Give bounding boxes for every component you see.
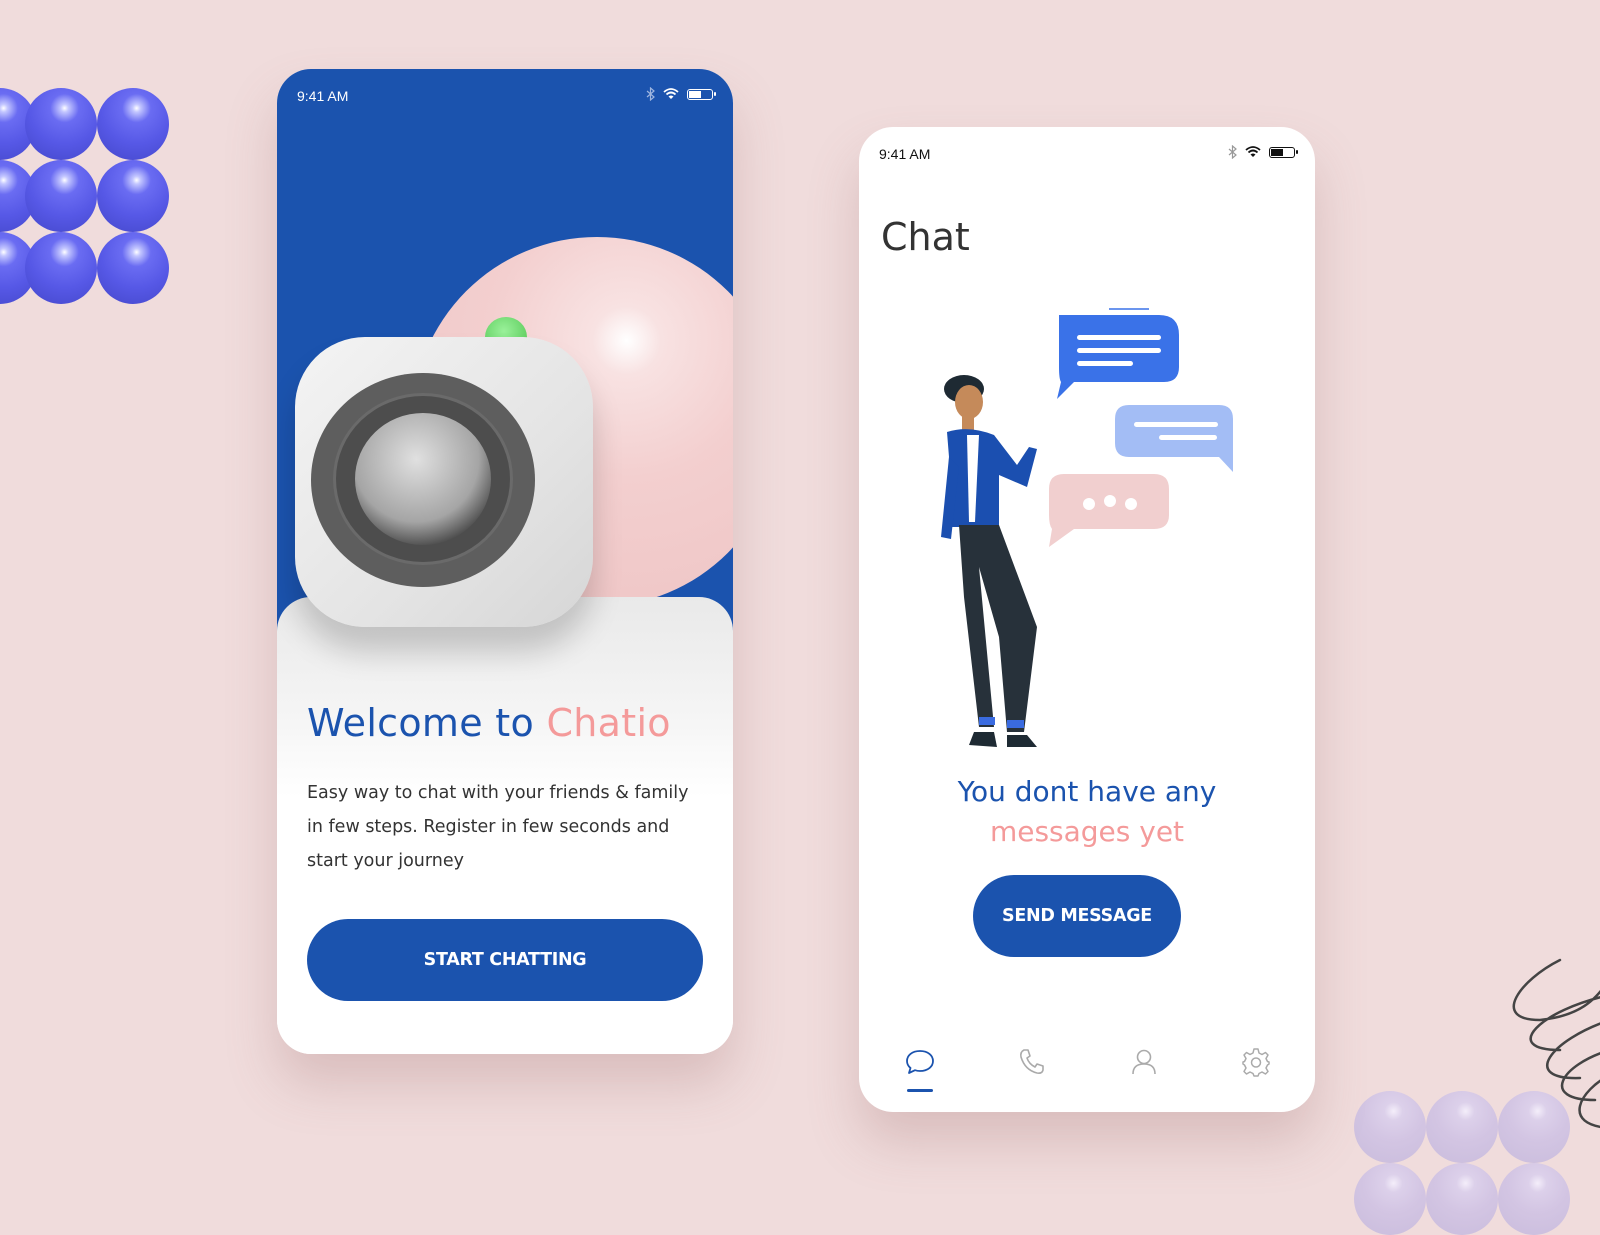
welcome-title-prefix: Welcome to	[307, 701, 547, 745]
decorative-scribble	[1512, 958, 1600, 1129]
empty-state-line-1: You dont have any	[957, 775, 1217, 808]
chat-bubble-light-blue	[1115, 405, 1233, 472]
welcome-description: Easy way to chat with your friends & fam…	[307, 783, 689, 871]
user-icon	[1132, 1049, 1156, 1075]
chat-bubble-blue	[1057, 308, 1179, 399]
battery-icon	[1269, 146, 1298, 158]
brand-name: Chatio	[546, 701, 671, 745]
send-message-button[interactable]: SEND MESSAGE	[973, 875, 1181, 957]
empty-state-line-2: messages yet	[989, 815, 1185, 848]
wifi-icon	[1245, 146, 1261, 157]
wifi-icon	[663, 88, 679, 99]
welcome-screen: 9:41 AM Welcome to Chatio Easy way to ch…	[277, 69, 733, 1054]
battery-icon	[687, 88, 716, 100]
nav-tab-settings[interactable]	[1239, 1045, 1275, 1081]
bottom-navigation	[859, 1037, 1315, 1097]
camera-illustration	[295, 337, 593, 627]
active-tab-indicator	[907, 1089, 933, 1092]
nav-tab-chat[interactable]	[903, 1045, 939, 1092]
person-figure	[941, 375, 1037, 747]
chat-bubble-icon	[906, 1050, 934, 1074]
bluetooth-icon	[646, 87, 655, 101]
status-bar: 9:41 AM	[277, 69, 733, 125]
nav-tab-calls[interactable]	[1015, 1045, 1051, 1081]
decorative-spheres-top-left	[0, 0, 180, 310]
welcome-title: Welcome to Chatio	[307, 701, 671, 745]
status-time: 9:41 AM	[879, 146, 931, 162]
status-time: 9:41 AM	[297, 88, 349, 104]
chat-screen: 9:41 AM Chat You dont have any messages …	[859, 127, 1315, 1112]
nav-tab-profile[interactable]	[1127, 1045, 1163, 1081]
person-chatting-illustration	[941, 308, 1233, 747]
phone-icon	[1020, 1049, 1044, 1074]
gear-icon	[1242, 1048, 1270, 1077]
chat-bubble-pink-typing	[1049, 474, 1169, 547]
bluetooth-icon	[1228, 145, 1237, 159]
page-title: Chat	[881, 215, 970, 259]
start-chatting-button[interactable]: START CHATTING	[307, 919, 703, 1001]
empty-state-message: You dont have any messages yet	[859, 772, 1315, 852]
status-bar: 9:41 AM	[859, 127, 1315, 183]
